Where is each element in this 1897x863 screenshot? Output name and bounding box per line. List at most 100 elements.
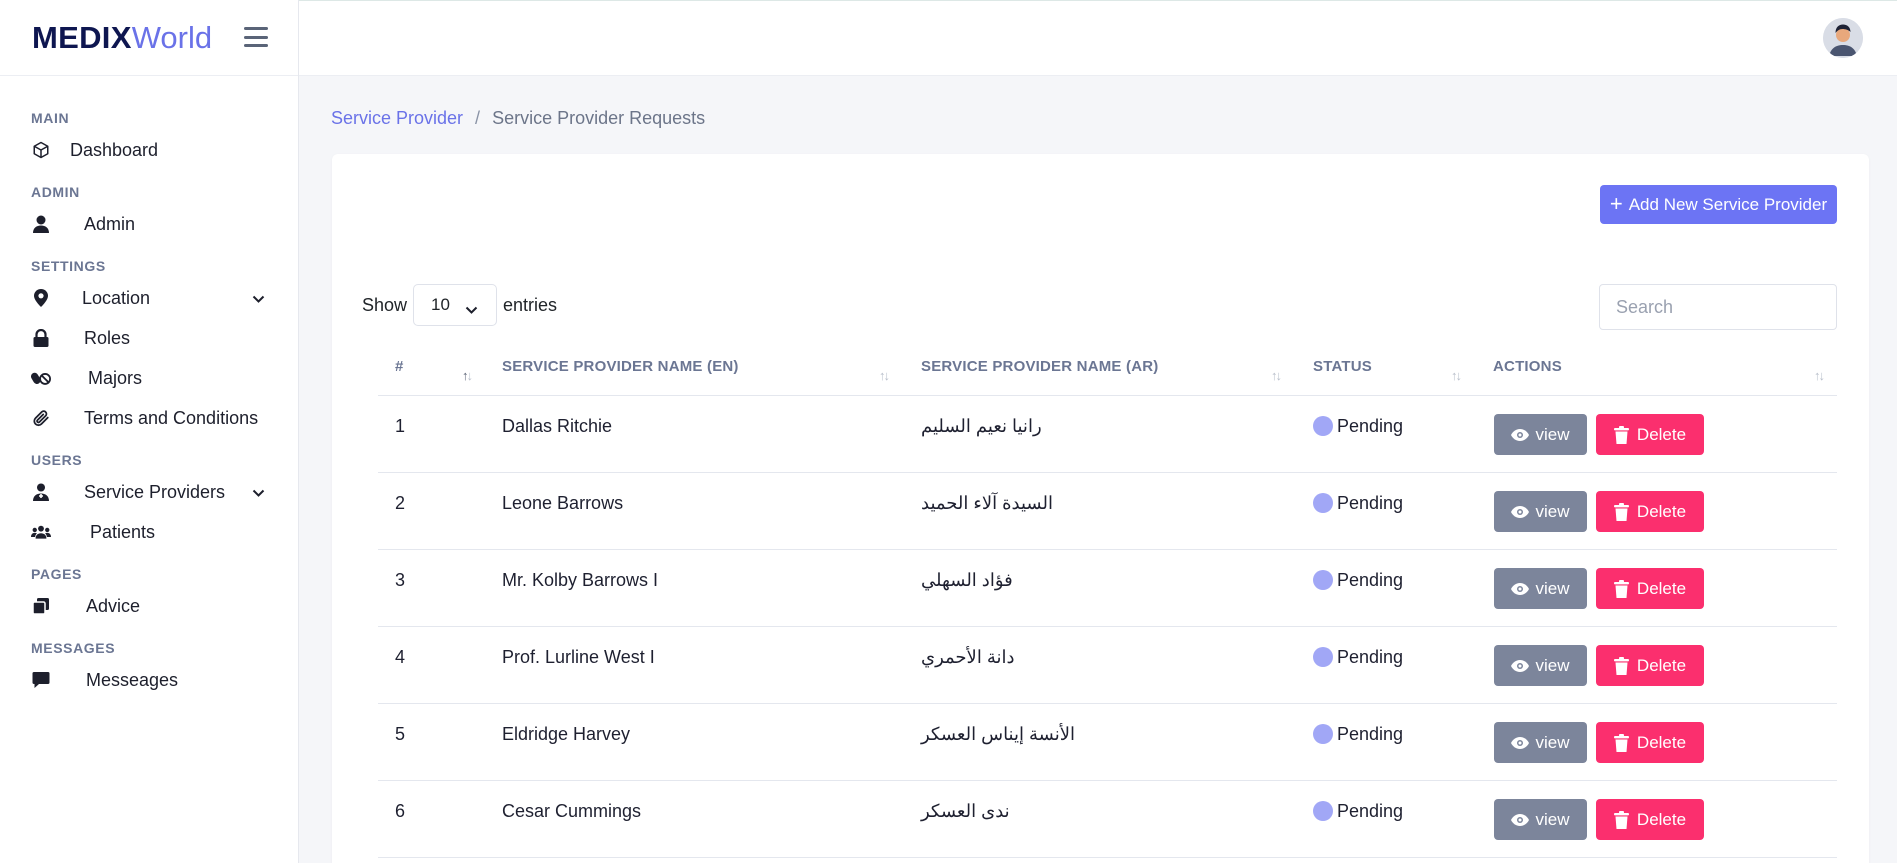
add-button-label: Add New Service Provider xyxy=(1628,194,1828,214)
sidebar-item-label: Admin xyxy=(84,213,136,234)
show-label: Show xyxy=(362,294,408,315)
provider-name-en: Prof. Lurline West I xyxy=(502,647,655,667)
search-input[interactable] xyxy=(1599,284,1837,330)
row-number: 3 xyxy=(395,570,406,590)
status-dot-icon xyxy=(1313,570,1333,590)
sidebar-item-roles[interactable]: Roles xyxy=(0,318,298,358)
view-button[interactable]: view xyxy=(1494,491,1587,532)
status-cell: Pending xyxy=(1313,724,1403,745)
sidebar-item-label: Patients xyxy=(90,521,156,542)
view-button[interactable]: view xyxy=(1494,414,1587,455)
breadcrumb-separator: / xyxy=(475,108,481,128)
delete-button[interactable]: Delete xyxy=(1596,722,1704,763)
row-number: 1 xyxy=(395,416,406,436)
column-header-status[interactable]: STATUS xyxy=(1313,358,1372,375)
sidebar-item-location[interactable]: Location xyxy=(0,278,298,318)
users-icon xyxy=(31,522,51,542)
section-title: SETTINGS xyxy=(31,258,106,274)
sidebar-section-settings: SETTINGS Location Roles Majors Terms and… xyxy=(0,256,298,438)
table-row: 5 Eldridge Harvey الأنسة إيناس العسكر Pe… xyxy=(378,704,1837,781)
row-number: 4 xyxy=(395,647,406,667)
brand-name-bold: MEDIX xyxy=(32,19,132,55)
view-button[interactable]: view xyxy=(1494,568,1587,609)
status-badge: Pending xyxy=(1337,416,1404,436)
delete-button[interactable]: Delete xyxy=(1596,645,1704,686)
map-pin-icon xyxy=(31,288,51,308)
copy-icon xyxy=(31,596,51,616)
sort-icon[interactable]: ↑↓ xyxy=(1271,368,1282,383)
trash-icon xyxy=(1613,656,1629,675)
entries-label: entries xyxy=(503,294,558,315)
sort-icon[interactable]: ↑↓ xyxy=(462,368,473,383)
eye-icon xyxy=(1511,813,1530,826)
trash-icon xyxy=(1613,810,1629,829)
trash-icon xyxy=(1613,733,1629,752)
sidebar-section-messages: MESSAGES Messeages xyxy=(0,638,298,700)
provider-name-en: Cesar Cummings xyxy=(502,801,642,821)
view-button-label: view xyxy=(1535,809,1570,829)
sidebar-section-users: USERS Service Providers Patients xyxy=(0,450,298,552)
delete-button-label: Delete xyxy=(1636,501,1687,521)
column-header-name-ar[interactable]: SERVICE PROVIDER NAME (AR) xyxy=(921,358,1158,375)
add-service-provider-button[interactable]: + Add New Service Provider xyxy=(1600,185,1837,224)
sidebar-section-admin: ADMIN Admin xyxy=(0,182,298,244)
sidebar-item-admin[interactable]: Admin xyxy=(0,204,298,244)
view-button[interactable]: view xyxy=(1494,645,1587,686)
view-button[interactable]: view xyxy=(1494,799,1587,840)
sidebar-item-label: Majors xyxy=(88,367,143,388)
column-header-name-en[interactable]: SERVICE PROVIDER NAME (EN) xyxy=(502,358,739,375)
paperclip-icon xyxy=(31,408,51,428)
sort-icon[interactable]: ↑↓ xyxy=(879,368,890,383)
sidebar-item-patients[interactable]: Patients xyxy=(0,512,298,552)
sidebar-section-main: MAIN Dashboard xyxy=(0,108,298,170)
sidebar-item-dashboard[interactable]: Dashboard xyxy=(0,130,298,170)
sort-icon[interactable]: ↑↓ xyxy=(1451,368,1462,383)
delete-button-label: Delete xyxy=(1636,809,1687,829)
delete-button-label: Delete xyxy=(1636,424,1687,444)
delete-button[interactable]: Delete xyxy=(1596,491,1704,532)
page-size-value: 10 xyxy=(431,295,450,314)
delete-button[interactable]: Delete xyxy=(1596,414,1704,455)
provider-name-ar: الأنسة إيناس العسكر xyxy=(921,724,1075,744)
provider-name-ar: السيدة آلاء الحميد xyxy=(921,493,1053,513)
chevron-down-icon xyxy=(252,485,265,503)
sidebar-item-label: Roles xyxy=(84,327,131,348)
status-badge: Pending xyxy=(1337,493,1404,513)
provider-name-ar: ندى العسكر xyxy=(921,801,1010,821)
page-size-select[interactable]: 10 xyxy=(413,284,498,326)
sort-icon[interactable]: ↑↓ xyxy=(1814,368,1825,383)
provider-name-en: Eldridge Harvey xyxy=(502,724,631,744)
row-number: 2 xyxy=(395,493,406,513)
sidebar-item-label: Advice xyxy=(86,595,141,616)
table-row: 3 Mr. Kolby Barrows I فؤاد السهلي Pendin… xyxy=(378,550,1837,627)
sidebar-item-service-providers[interactable]: Service Providers xyxy=(0,472,298,512)
section-title: USERS xyxy=(31,452,83,468)
sidebar-item-majors[interactable]: Majors xyxy=(0,358,298,398)
menu-toggle-icon[interactable] xyxy=(244,27,268,47)
provider-name-en: Dallas Ritchie xyxy=(502,416,613,436)
delete-button[interactable]: Delete xyxy=(1596,568,1704,609)
view-button-label: view xyxy=(1535,732,1570,752)
section-title: MESSAGES xyxy=(31,640,116,656)
sidebar-item-advice[interactable]: Advice xyxy=(0,586,298,626)
sidebar-item-label: Location xyxy=(82,287,151,308)
delete-button-label: Delete xyxy=(1636,732,1687,752)
status-dot-icon xyxy=(1313,647,1333,667)
row-number: 5 xyxy=(395,724,406,744)
page-size-control: Show 10 entries xyxy=(362,284,557,326)
sidebar-item-label: Terms and Conditions xyxy=(84,407,259,428)
breadcrumb-current: Service Provider Requests xyxy=(492,108,706,128)
column-header-number[interactable]: # xyxy=(395,358,404,375)
column-header-actions[interactable]: ACTIONS xyxy=(1493,358,1562,375)
user-avatar[interactable] xyxy=(1823,18,1863,58)
status-cell: Pending xyxy=(1313,801,1403,822)
chevron-down-icon xyxy=(465,300,478,320)
view-button[interactable]: view xyxy=(1494,722,1587,763)
sidebar-item-terms[interactable]: Terms and Conditions xyxy=(0,398,298,438)
delete-button[interactable]: Delete xyxy=(1596,799,1704,840)
breadcrumb: Service Provider / Service Provider Requ… xyxy=(331,108,705,129)
top-bar xyxy=(299,0,1897,76)
breadcrumb-link-service-provider[interactable]: Service Provider xyxy=(331,108,463,129)
provider-name-en: Leone Barrows xyxy=(502,493,624,513)
sidebar-item-messeages[interactable]: Messeages xyxy=(0,660,298,700)
